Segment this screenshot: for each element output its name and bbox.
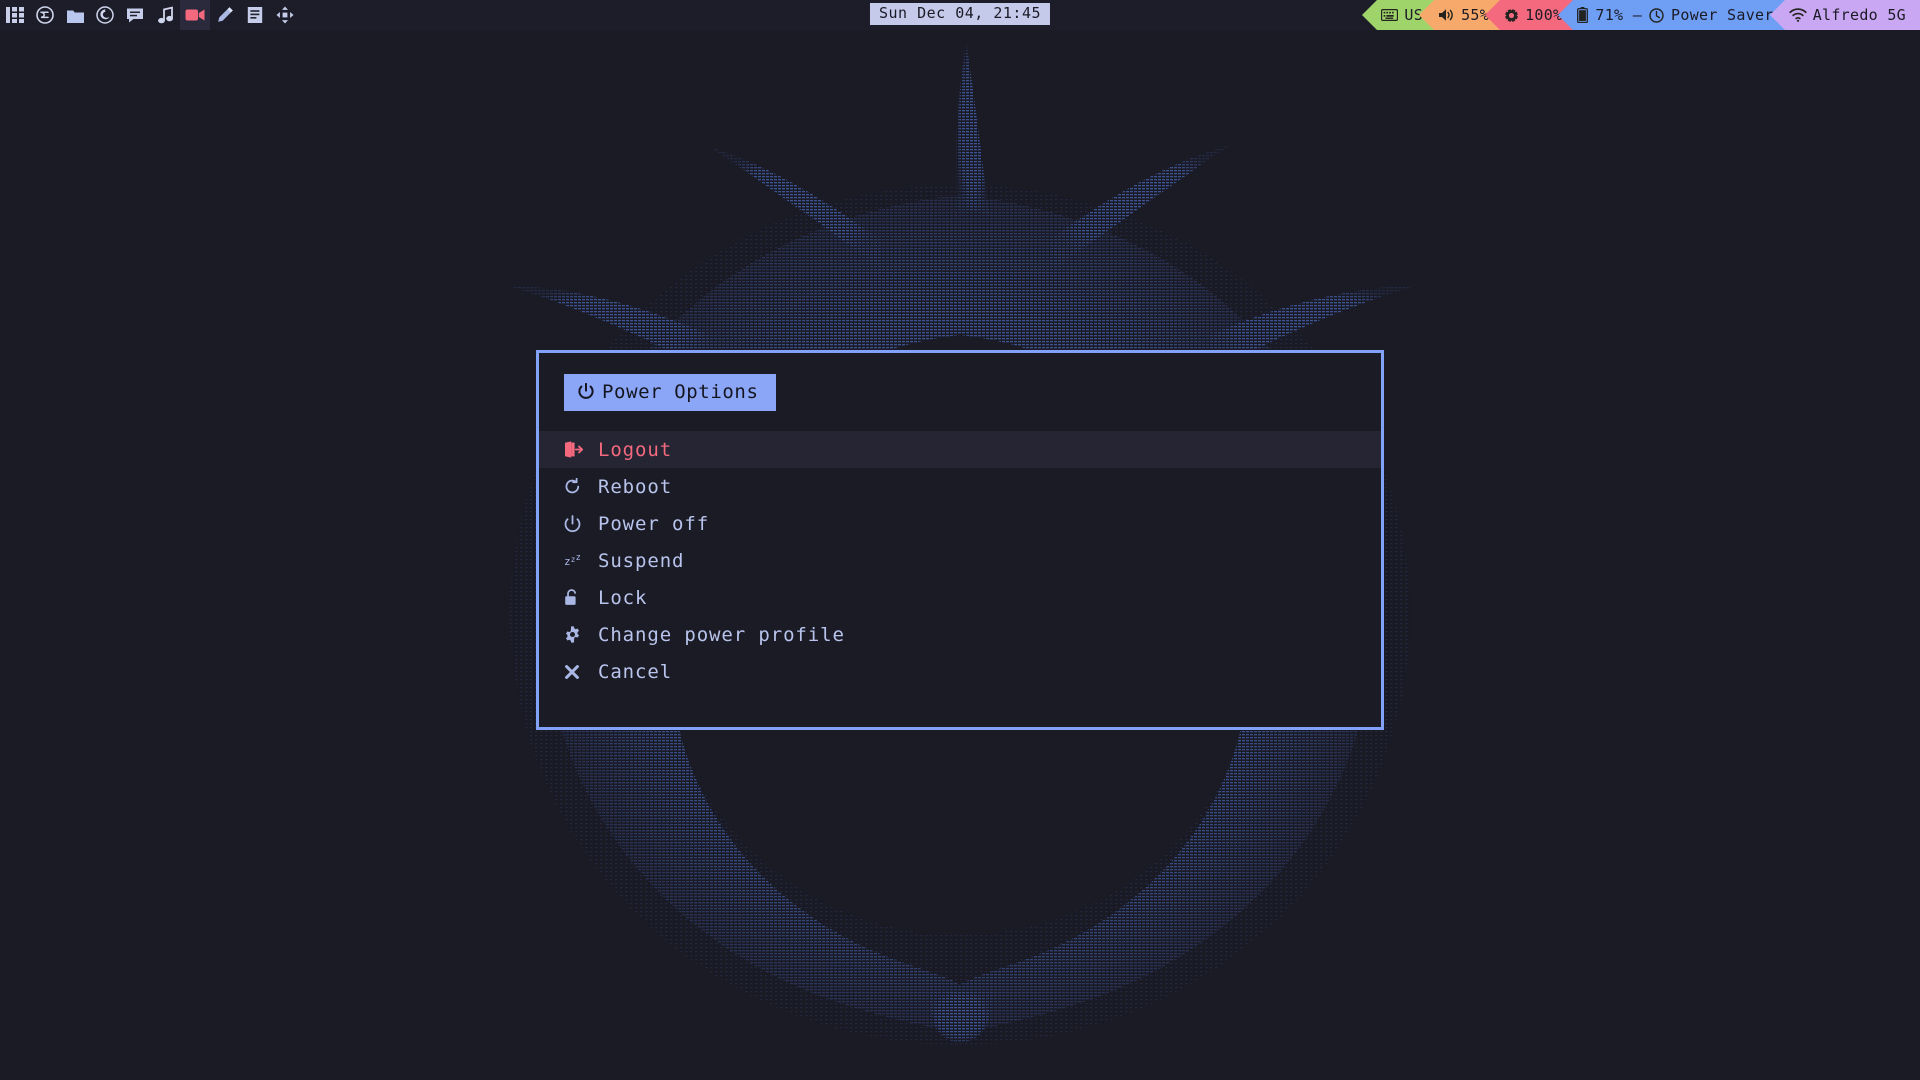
menu-item-label: Reboot (598, 475, 673, 498)
power-icon (578, 383, 594, 400)
menu-item-label: Cancel (598, 660, 673, 683)
logout-icon (564, 441, 598, 458)
wifi-icon (1789, 8, 1807, 22)
menu-item-power-off[interactable]: Power off (539, 505, 1381, 542)
music-note-icon[interactable] (150, 0, 180, 30)
chat-icon[interactable] (120, 0, 150, 30)
pencil-icon[interactable] (210, 0, 240, 30)
launcher-tray (0, 0, 300, 30)
reboot-icon (564, 478, 598, 495)
menu-item-cancel[interactable]: Cancel (539, 653, 1381, 690)
power-icon (564, 514, 598, 533)
zzz-icon: zzz (564, 553, 581, 568)
power-options-label: Power Options (602, 380, 759, 403)
network-label: Alfredo 5G (1812, 6, 1906, 24)
close-icon (564, 664, 598, 680)
power-options-dialog: Power Options Logout Reboot Power off zz… (536, 350, 1384, 730)
emacs-icon[interactable] (30, 0, 60, 30)
menu-item-label: Change power profile (598, 623, 845, 646)
folder-icon[interactable] (60, 0, 90, 30)
menu-item-logout[interactable]: Logout (539, 431, 1381, 468)
power-options-button[interactable]: Power Options (564, 373, 776, 411)
menu-item-reboot[interactable]: Reboot (539, 468, 1381, 505)
app-grid-icon[interactable] (0, 0, 30, 30)
clock-icon (1649, 7, 1664, 23)
menu-item-suspend[interactable]: zzz Suspend (539, 542, 1381, 579)
power-profile-label: Power Saver (1671, 6, 1774, 24)
menu-item-lock[interactable]: Lock (539, 579, 1381, 616)
document-icon[interactable] (240, 0, 270, 30)
powerline-arrow (1769, 0, 1785, 30)
powerline-arrow (1485, 0, 1501, 30)
status-battery[interactable]: 71% – Power Saver (1558, 0, 1785, 30)
keyboard-icon (1381, 9, 1399, 21)
powerline-arrow (1558, 0, 1574, 30)
clock[interactable]: Sun Dec 04, 21:45 (869, 3, 1051, 25)
brightness-label: 100% (1525, 6, 1563, 24)
speaker-icon (1438, 8, 1455, 22)
menu-item-label: Logout (598, 438, 673, 461)
status-network[interactable]: Alfredo 5G (1769, 0, 1920, 30)
power-menu-list: Logout Reboot Power off zzz Suspend Lock… (539, 431, 1381, 690)
menu-item-label: Suspend (598, 549, 685, 572)
powerline-arrow (1362, 0, 1378, 30)
menu-item-change-power-profile[interactable]: Change power profile (539, 616, 1381, 653)
video-camera-icon[interactable] (180, 0, 210, 30)
move-arrows-icon[interactable] (270, 0, 300, 30)
dialog-header: Power Options (539, 353, 1381, 431)
top-bar: Sun Dec 04, 21:45 US 55% 100% 71% – Powe… (0, 0, 1920, 30)
firefox-icon[interactable] (90, 0, 120, 30)
brightness-icon (1504, 7, 1520, 23)
battery-label: 71% – (1595, 6, 1643, 24)
lock-icon (564, 589, 598, 606)
status-tray: US 55% 100% 71% – Power Saver Alfredo 5G (1362, 0, 1920, 30)
gear-icon (564, 626, 598, 643)
menu-item-label: Power off (598, 512, 710, 535)
powerline-arrow (1419, 0, 1435, 30)
menu-item-label: Lock (598, 586, 648, 609)
battery-icon (1577, 7, 1589, 23)
